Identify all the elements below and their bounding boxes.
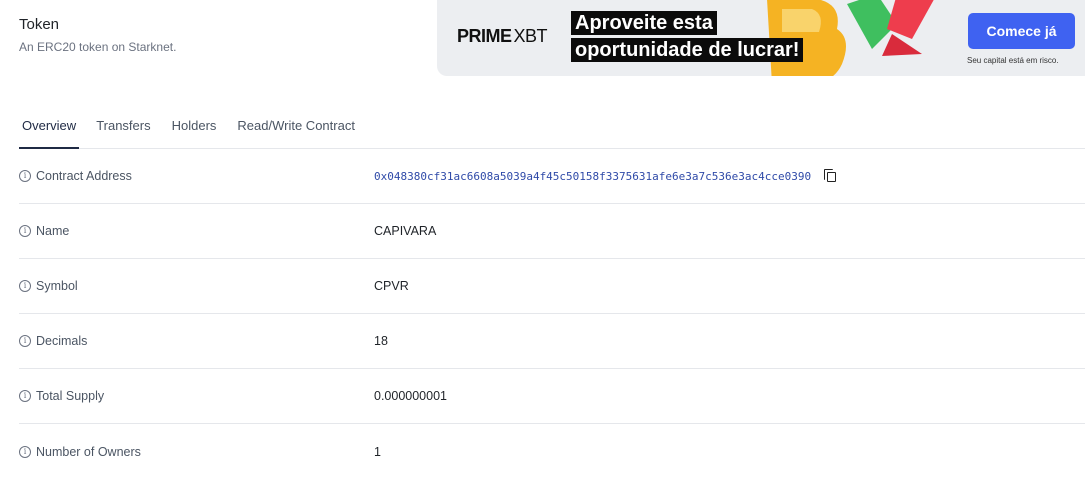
ad-banner[interactable]: PRIME XBT Aproveite esta oportunidade de …	[437, 0, 1085, 76]
info-icon: i	[19, 335, 31, 347]
tab-overview[interactable]: Overview	[19, 104, 80, 149]
ad-cta-button[interactable]: Comece já	[968, 13, 1075, 49]
tab-read-write-contract[interactable]: Read/Write Contract	[237, 104, 355, 149]
ad-brand-prime: PRIME	[457, 26, 512, 46]
detail-label-contract-address: i Contract Address	[19, 169, 374, 183]
page-subtitle: An ERC20 token on Starknet.	[19, 40, 177, 54]
info-icon: i	[19, 170, 31, 182]
info-icon: i	[19, 445, 31, 458]
info-icon: i	[19, 280, 31, 292]
tab-bar: Overview Transfers Holders Read/Write Co…	[19, 104, 1085, 149]
detail-row-name: i Name CAPIVARA	[19, 204, 1085, 259]
ad-headline: Aproveite esta oportunidade de lucrar!	[571, 11, 804, 65]
detail-row-total-supply: i Total Supply 0.000000001	[19, 369, 1085, 424]
detail-label-symbol: i Symbol	[19, 279, 374, 293]
ad-disclaimer: Seu capital está em risco.	[967, 56, 1059, 65]
detail-label-name: i Name	[19, 224, 374, 238]
info-icon: i	[19, 390, 31, 402]
tab-holders[interactable]: Holders	[172, 104, 217, 149]
page-header: Token An ERC20 token on Starknet.	[19, 16, 176, 54]
detail-value-contract-address: 0x048380cf31ac6608a5039a4f45c50158f33756…	[374, 168, 839, 184]
contract-address-link[interactable]: 0x048380cf31ac6608a5039a4f45c50158f33756…	[374, 170, 811, 183]
detail-row-number-of-owners: i Number of Owners 1	[19, 424, 1085, 477]
detail-value-symbol: CPVR	[374, 279, 409, 293]
ad-brand-xbt: XBT	[513, 26, 548, 46]
detail-row-contract-address: i Contract Address 0x048380cf31ac6608a50…	[19, 149, 1085, 204]
detail-row-symbol: i Symbol CPVR	[19, 259, 1085, 314]
detail-label-decimals: i Decimals	[19, 334, 374, 348]
detail-value-number-of-owners: 1	[374, 444, 381, 459]
ad-headline-line-2: oportunidade de lucrar!	[571, 38, 804, 62]
copy-icon[interactable]	[823, 168, 839, 184]
detail-label-number-of-owners: i Number of Owners	[19, 445, 374, 459]
ad-brand-logo: PRIME XBT	[457, 26, 548, 47]
tab-transfers[interactable]: Transfers	[96, 104, 150, 149]
detail-label-text: Contract Address	[36, 169, 132, 183]
detail-value-name: CAPIVARA	[374, 224, 437, 238]
detail-row-decimals: i Decimals 18	[19, 314, 1085, 369]
ad-headline-line-1: Aproveite esta	[571, 11, 717, 35]
detail-label-text: Total Supply	[36, 389, 105, 403]
detail-label-text: Decimals	[36, 334, 88, 348]
token-details: i Contract Address 0x048380cf31ac6608a50…	[19, 149, 1085, 477]
detail-value-decimals: 18	[374, 334, 388, 348]
detail-label-text: Name	[36, 224, 70, 238]
detail-value-total-supply: 0.000000001	[374, 389, 447, 403]
page-title: Token	[19, 16, 60, 33]
detail-label-text: Number of Owners	[36, 444, 141, 459]
info-icon: i	[19, 225, 31, 237]
detail-label-text: Symbol	[36, 279, 78, 293]
detail-label-total-supply: i Total Supply	[19, 389, 374, 403]
